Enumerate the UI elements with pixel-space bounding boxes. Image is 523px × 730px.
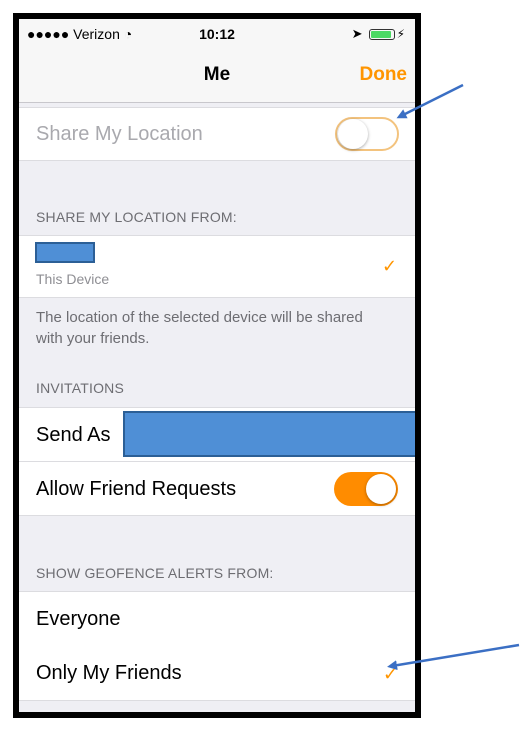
allow-friend-requests-label: Allow Friend Requests — [36, 478, 237, 500]
share-location-row: Share My Location — [19, 107, 415, 161]
geofence-option-everyone[interactable]: Everyone — [19, 591, 415, 646]
checkmark-icon: ✓ — [383, 664, 399, 684]
phone-screen: ●●●●● Verizon ◔ 10:12 ➤ ⚡ Me Done Share … — [13, 13, 421, 718]
geofence-option-label: Only My Friends — [36, 662, 182, 684]
toggle-knob — [338, 119, 368, 149]
done-button[interactable]: Done — [360, 64, 408, 86]
share-location-label: Share My Location — [36, 123, 203, 145]
checkmark-icon: ✓ — [382, 256, 398, 276]
redacted-device-name — [35, 242, 95, 263]
share-from-footer: The location of the selected device will… — [36, 309, 363, 347]
share-location-toggle[interactable] — [335, 117, 399, 151]
charging-icon: ⚡ — [396, 27, 405, 41]
battery-icon — [368, 28, 395, 40]
send-as-row[interactable]: Send As — [19, 407, 415, 461]
page-title: Me — [203, 64, 231, 85]
location-arrow-icon: ➤ — [351, 26, 363, 41]
allow-friend-requests-toggle[interactable] — [334, 472, 398, 506]
send-as-label: Send As — [36, 424, 111, 446]
geofence-option-only-my-friends[interactable]: Only My Friends ✓ — [19, 646, 415, 701]
status-bar: ●●●●● Verizon ◔ 10:12 ➤ ⚡ — [19, 19, 415, 49]
redacted-send-as-value — [123, 411, 415, 457]
share-from-header: SHARE MY LOCATION FROM: — [36, 209, 237, 225]
status-right: ➤ ⚡ — [352, 26, 405, 42]
navigation-bar: Me Done — [19, 49, 415, 103]
device-row[interactable]: This Device ✓ — [19, 235, 415, 298]
invitations-header: INVITATIONS — [36, 380, 125, 396]
allow-friend-requests-row: Allow Friend Requests — [19, 461, 415, 516]
toggle-knob — [366, 474, 396, 504]
geofence-option-label: Everyone — [36, 608, 121, 630]
geofence-header: SHOW GEOFENCE ALERTS FROM: — [36, 565, 274, 581]
device-subtitle: This Device — [36, 271, 110, 287]
